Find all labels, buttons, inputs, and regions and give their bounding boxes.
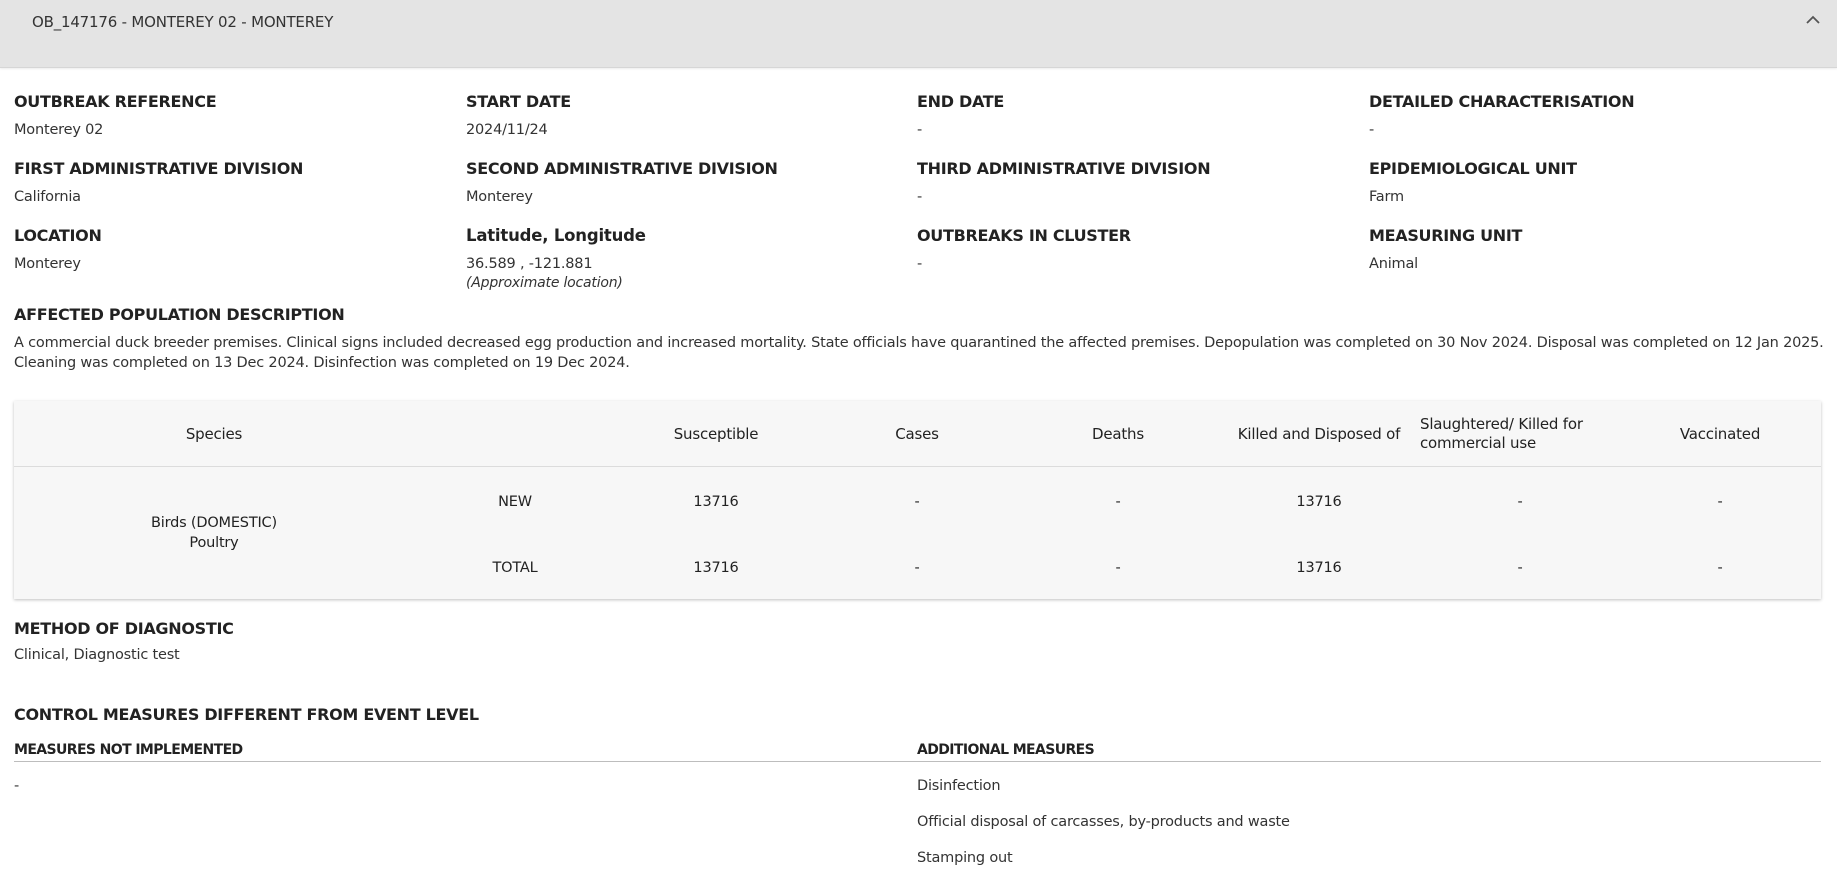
field-label: MEASURING UNIT (1369, 226, 1523, 245)
field-measuring-unit: MEASURING UNIT Animal (1369, 226, 1809, 274)
approximate-location-note: (Approximate location) (466, 275, 623, 291)
field-value: Monterey (14, 256, 81, 272)
row-total-killed: 13716 (1296, 560, 1342, 576)
row-new-susceptible: 13716 (693, 494, 739, 510)
method-of-diagnostic-value: Clinical, Diagnostic test (14, 647, 180, 663)
additional-measures-label: ADDITIONAL MEASURES (917, 742, 1095, 758)
field-label: THIRD ADMINISTRATIVE DIVISION (917, 159, 1211, 178)
field-label: SECOND ADMINISTRATIVE DIVISION (466, 159, 778, 178)
field-first-admin-division: FIRST ADMINISTRATIVE DIVISION California (14, 159, 454, 207)
field-label: DETAILED CHARACTERISATION (1369, 92, 1635, 111)
row-new-killed: 13716 (1296, 494, 1342, 510)
table-header: Species Susceptible Cases Deaths Killed … (14, 401, 1821, 467)
field-end-date: END DATE - (917, 92, 1357, 140)
field-outbreaks-in-cluster: OUTBREAKS IN CLUSTER - (917, 226, 1357, 274)
field-start-date: START DATE 2024/11/24 (466, 92, 906, 140)
field-value: 2024/11/24 (466, 122, 548, 138)
not-implemented-item: - (14, 778, 20, 794)
field-detailed-characterisation: DETAILED CHARACTERISATION - (1369, 92, 1809, 140)
additional-measure-item: Stamping out (917, 850, 1013, 866)
col-killed-disposed: Killed and Disposed of (1237, 425, 1401, 443)
field-value: Monterey 02 (14, 122, 104, 138)
affected-population-text: A commercial duck breeder premises. Clin… (14, 335, 1824, 371)
field-label: LOCATION (14, 226, 102, 245)
measures-not-implemented-label: MEASURES NOT IMPLEMENTED (14, 742, 243, 758)
row-new-slaughtered: - (1517, 494, 1523, 510)
row-new-type: NEW (498, 494, 532, 510)
field-value: - (917, 189, 923, 205)
col-deaths: Deaths (1092, 425, 1144, 443)
field-value: Monterey (466, 189, 533, 205)
affected-population-section: AFFECTED POPULATION DESCRIPTION A commer… (14, 305, 1824, 373)
field-value: Animal (1369, 256, 1418, 272)
field-outbreak-reference: OUTBREAK REFERENCE Monterey 02 (14, 92, 454, 140)
additional-measure-item: Official disposal of carcasses, by-produ… (917, 814, 1290, 830)
field-location: LOCATION Monterey (14, 226, 454, 274)
col-susceptible: Susceptible (673, 425, 759, 443)
chevron-up-icon[interactable] (1803, 10, 1823, 30)
field-value: - (917, 122, 923, 138)
field-label: EPIDEMIOLOGICAL UNIT (1369, 159, 1577, 178)
method-of-diagnostic-label: METHOD OF DIAGNOSTIC (14, 619, 234, 638)
row-new-deaths: - (1115, 494, 1121, 510)
divider (14, 761, 917, 762)
field-lat-long: Latitude, Longitude 36.589 , -121.881 (A… (466, 226, 906, 292)
col-vaccinated: Vaccinated (1679, 425, 1761, 443)
field-third-admin-division: THIRD ADMINISTRATIVE DIVISION - (917, 159, 1357, 207)
field-epidemiological-unit: EPIDEMIOLOGICAL UNIT Farm (1369, 159, 1809, 207)
row-total-cases: - (914, 560, 920, 576)
species-name: Birds (DOMESTIC) (151, 515, 277, 531)
row-total-slaughtered: - (1517, 560, 1523, 576)
field-second-admin-division: SECOND ADMINISTRATIVE DIVISION Monterey (466, 159, 906, 207)
field-value: - (1369, 122, 1375, 138)
row-total-susceptible: 13716 (693, 560, 739, 576)
row-total-type: TOTAL (492, 560, 538, 576)
divider (917, 761, 1821, 762)
outbreak-header[interactable]: OB_147176 - MONTEREY 02 - MONTEREY (0, 0, 1837, 68)
field-label: START DATE (466, 92, 571, 111)
field-label: Latitude, Longitude (466, 226, 646, 245)
control-measures-label: CONTROL MEASURES DIFFERENT FROM EVENT LE… (14, 705, 479, 724)
field-label: FIRST ADMINISTRATIVE DIVISION (14, 159, 304, 178)
col-cases: Cases (895, 425, 939, 443)
row-total-deaths: - (1115, 560, 1121, 576)
affected-population-label: AFFECTED POPULATION DESCRIPTION (14, 305, 345, 324)
additional-measure-item: Disinfection (917, 778, 1001, 794)
col-species: Species (185, 425, 243, 443)
field-label: OUTBREAKS IN CLUSTER (917, 226, 1131, 245)
field-value: Farm (1369, 189, 1404, 205)
field-value: - (917, 256, 923, 272)
field-label: OUTBREAK REFERENCE (14, 92, 217, 111)
row-total-vaccinated: - (1717, 560, 1723, 576)
outbreak-title: OB_147176 - MONTEREY 02 - MONTEREY (32, 13, 334, 31)
field-value: California (14, 189, 81, 205)
row-new-cases: - (914, 494, 920, 510)
row-new-vaccinated: - (1717, 494, 1723, 510)
field-value: 36.589 , -121.881 (466, 256, 593, 272)
field-label: END DATE (917, 92, 1005, 111)
col-slaughtered: Slaughtered/ Killed for commercial use (1420, 415, 1583, 452)
species-table: Species Susceptible Cases Deaths Killed … (14, 401, 1821, 599)
species-category: Poultry (189, 535, 239, 551)
